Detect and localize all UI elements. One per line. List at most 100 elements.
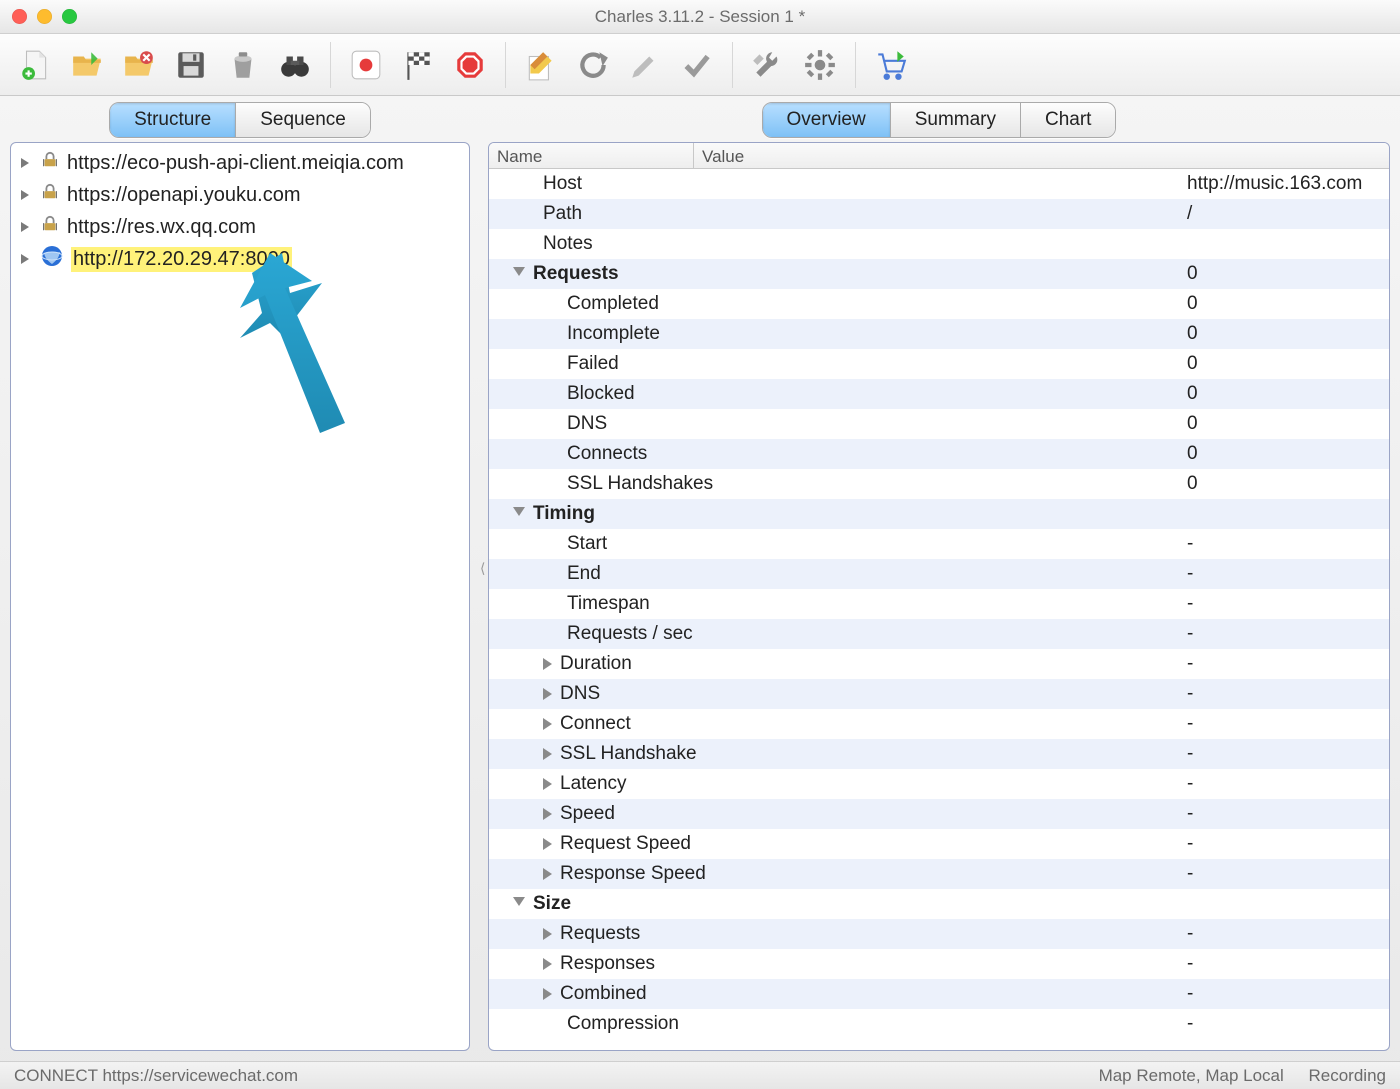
kv-row[interactable]: Hosthttp://music.163.com	[489, 169, 1389, 199]
kv-row[interactable]: Blocked0	[489, 379, 1389, 409]
kv-row[interactable]: Compression-	[489, 1009, 1389, 1039]
throttle-button[interactable]	[397, 44, 439, 86]
kv-name: Duration	[560, 653, 632, 675]
kv-name: Latency	[560, 773, 627, 795]
kv-header-name[interactable]: Name	[489, 143, 694, 168]
kv-value: 0	[1179, 383, 1389, 405]
kv-value: -	[1179, 773, 1389, 795]
kv-row[interactable]: Incomplete0	[489, 319, 1389, 349]
splitter-handle[interactable]: ⟨	[480, 560, 485, 577]
kv-row[interactable]: DNS -	[489, 679, 1389, 709]
kv-value: -	[1179, 683, 1389, 705]
kv-name: Requests	[560, 923, 640, 945]
find-button[interactable]	[274, 44, 316, 86]
disclosure-triangle-icon[interactable]	[543, 838, 552, 850]
disclosure-triangle-icon[interactable]	[21, 190, 29, 200]
validate-button[interactable]	[676, 44, 718, 86]
kv-row[interactable]: Speed-	[489, 799, 1389, 829]
repeat-button[interactable]	[572, 44, 614, 86]
tree-item-label: https://res.wx.qq.com	[67, 216, 256, 239]
disclosure-triangle-icon[interactable]	[543, 688, 552, 700]
kv-row[interactable]: Request Speed-	[489, 829, 1389, 859]
record-button[interactable]	[345, 44, 387, 86]
disclosure-triangle-icon[interactable]	[543, 868, 552, 880]
kv-row[interactable]: Completed0	[489, 289, 1389, 319]
kv-value: -	[1179, 593, 1389, 615]
toolbar	[0, 34, 1400, 96]
tab-structure[interactable]: Structure	[110, 103, 236, 137]
disclosure-triangle-icon[interactable]	[543, 718, 552, 730]
disclosure-triangle-icon[interactable]	[543, 808, 552, 820]
kv-name: Start	[567, 533, 607, 555]
settings-button[interactable]	[799, 44, 841, 86]
host-tree[interactable]: https://eco-push-api-client.meiqia.com ht…	[11, 143, 469, 279]
kv-row[interactable]: Start-	[489, 529, 1389, 559]
trash-icon	[226, 48, 260, 82]
kv-header-value[interactable]: Value	[694, 143, 1389, 168]
tree-item[interactable]: http://172.20.29.47:8000	[11, 243, 469, 275]
kv-row[interactable]: Duration-	[489, 649, 1389, 679]
disclosure-triangle-icon[interactable]	[21, 222, 29, 232]
kv-row[interactable]: Requests-	[489, 919, 1389, 949]
kv-value: -	[1179, 833, 1389, 855]
disclosure-triangle-icon[interactable]	[543, 658, 552, 670]
kv-name: Response Speed	[560, 863, 706, 885]
kv-row[interactable]: Requests / sec-	[489, 619, 1389, 649]
tab-sequence[interactable]: Sequence	[236, 103, 370, 137]
kv-row[interactable]: SSL Handshakes0	[489, 469, 1389, 499]
save-session-button[interactable]	[170, 44, 212, 86]
kv-name: End	[567, 563, 601, 585]
tab-summary[interactable]: Summary	[891, 103, 1021, 137]
tree-item[interactable]: https://openapi.youku.com	[11, 179, 469, 211]
kv-row[interactable]: Path/	[489, 199, 1389, 229]
kv-row[interactable]: DNS0	[489, 409, 1389, 439]
edit-button[interactable]	[624, 44, 666, 86]
kv-value: 0	[1179, 413, 1389, 435]
compose-button[interactable]	[520, 44, 562, 86]
tab-chart[interactable]: Chart	[1021, 103, 1115, 137]
kv-name: Connect	[560, 713, 631, 735]
tools-icon	[751, 48, 785, 82]
disclosure-triangle-icon[interactable]	[513, 507, 525, 522]
close-session-button[interactable]	[118, 44, 160, 86]
disclosure-triangle-icon[interactable]	[543, 988, 552, 1000]
kv-row[interactable]: SSL Handshake-	[489, 739, 1389, 769]
kv-name: Completed	[567, 293, 659, 315]
disclosure-triangle-icon[interactable]	[21, 254, 29, 264]
kv-row[interactable]: Latency -	[489, 769, 1389, 799]
tree-item-label: https://openapi.youku.com	[67, 184, 300, 207]
disclosure-triangle-icon[interactable]	[543, 778, 552, 790]
kv-row[interactable]: Notes	[489, 229, 1389, 259]
disclosure-triangle-icon[interactable]	[543, 958, 552, 970]
clear-session-button[interactable]	[222, 44, 264, 86]
tree-item[interactable]: https://res.wx.qq.com	[11, 211, 469, 243]
new-session-button[interactable]	[14, 44, 56, 86]
kv-row[interactable]: Connect-	[489, 709, 1389, 739]
tools-button[interactable]	[747, 44, 789, 86]
disclosure-triangle-icon[interactable]	[513, 897, 525, 912]
kv-name: Responses	[560, 953, 655, 975]
open-session-button[interactable]	[66, 44, 108, 86]
disclosure-triangle-icon[interactable]	[543, 748, 552, 760]
kv-row[interactable]: Requests0	[489, 259, 1389, 289]
host-tree-panel: https://eco-push-api-client.meiqia.com ht…	[10, 142, 470, 1051]
disclosure-triangle-icon[interactable]	[21, 158, 29, 168]
kv-row[interactable]: Timing	[489, 499, 1389, 529]
kv-row[interactable]: Connects0	[489, 439, 1389, 469]
kv-row[interactable]: Response Speed-	[489, 859, 1389, 889]
kv-row[interactable]: Timespan-	[489, 589, 1389, 619]
kv-row[interactable]: Responses-	[489, 949, 1389, 979]
tab-overview[interactable]: Overview	[763, 103, 891, 137]
purchase-button[interactable]	[870, 44, 912, 86]
breakpoints-button[interactable]	[449, 44, 491, 86]
kv-row[interactable]: Size	[489, 889, 1389, 919]
kv-row[interactable]: Combined-	[489, 979, 1389, 1009]
kv-row[interactable]: Failed0	[489, 349, 1389, 379]
disclosure-triangle-icon[interactable]	[543, 928, 552, 940]
refresh-icon	[576, 48, 610, 82]
kv-name: DNS	[560, 683, 600, 705]
disclosure-triangle-icon[interactable]	[513, 267, 525, 282]
tree-item[interactable]: https://eco-push-api-client.meiqia.com	[11, 147, 469, 179]
kv-name: Failed	[567, 353, 619, 375]
kv-row[interactable]: End-	[489, 559, 1389, 589]
